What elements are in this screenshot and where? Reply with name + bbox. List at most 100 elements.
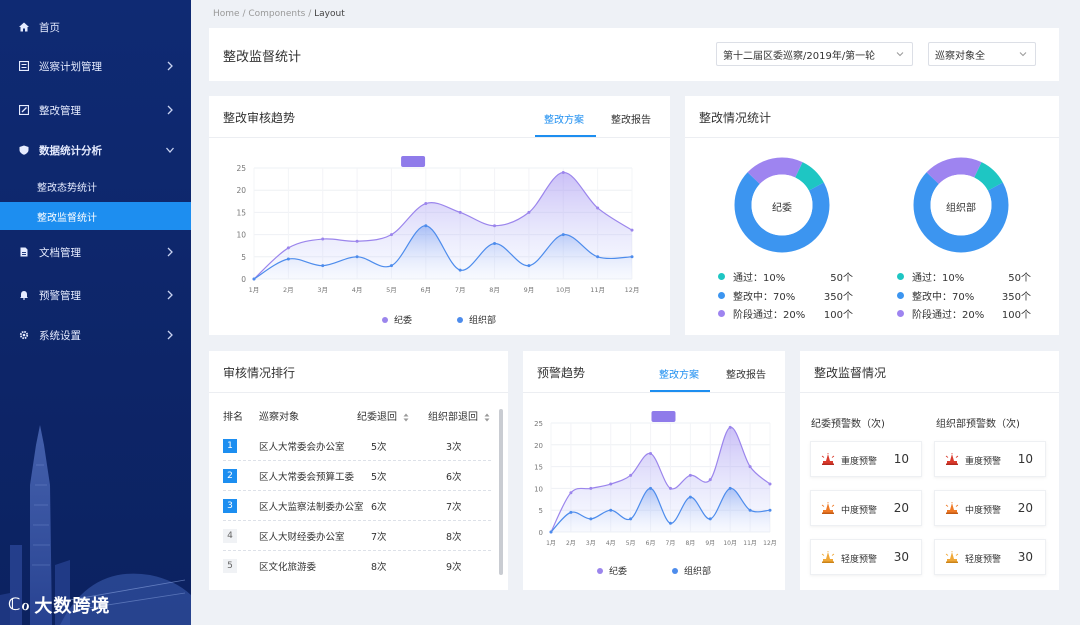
- alert-mild-box[interactable]: 轻度预警 30: [810, 539, 922, 575]
- menu-item-data-analysis[interactable]: 数据统计分析: [0, 135, 191, 165]
- tab-rectify-report[interactable]: 整改报告: [726, 366, 766, 381]
- alert-label: 重度预警: [841, 457, 878, 467]
- y-tick-label: 25: [534, 420, 543, 428]
- alert-count: 30: [1017, 550, 1033, 564]
- x-tick-label: 1月: [546, 540, 556, 547]
- menu-item-settings[interactable]: 系统设置: [0, 320, 191, 350]
- row-zuzhibu-return: 6次: [446, 472, 462, 483]
- tab-rectify-report[interactable]: 整改报告: [611, 111, 651, 126]
- menu-item-documents[interactable]: 文档管理: [0, 237, 191, 267]
- alert-count: 30: [893, 550, 909, 564]
- legend-item-jiwei: 纪委: [597, 564, 627, 577]
- trend-card: 整改审核趋势 整改方案 整改报告 0 5 10 15 20 25 1月 2月 3月 4月 5月 6月 7…: [209, 96, 670, 335]
- x-tick-label: 3月: [317, 286, 328, 294]
- chevron-right-icon: [167, 290, 173, 300]
- alert-count: 10: [893, 452, 909, 466]
- alert-severe-box[interactable]: 重度预警 10: [810, 441, 922, 477]
- menu-label: 巡察计划管理: [39, 60, 102, 73]
- edit-icon: [18, 104, 30, 116]
- data-point: [609, 482, 613, 486]
- y-tick-label: 10: [534, 485, 543, 493]
- menu-item-home[interactable]: 首页: [0, 12, 191, 42]
- alert-medium-box[interactable]: 中度预警 20: [934, 490, 1046, 526]
- alert-mild-box[interactable]: 轻度预警 30: [934, 539, 1046, 575]
- data-point: [355, 239, 359, 243]
- alarm-light-icon: [821, 551, 835, 564]
- breadcrumb-home[interactable]: Home: [213, 9, 240, 19]
- zuzhibu-warning-count-title: 组织部预警数（次): [936, 419, 1020, 430]
- alert-severe-box[interactable]: 重度预警 10: [934, 441, 1046, 477]
- data-point: [708, 517, 712, 521]
- row-zuzhibu-return: 9次: [446, 562, 462, 573]
- menu-item-plan[interactable]: 巡察计划管理: [0, 51, 191, 81]
- divider: [209, 392, 508, 393]
- document-icon: [18, 246, 30, 258]
- y-tick-label: 20: [534, 442, 543, 450]
- x-tick-label: 12月: [763, 540, 777, 547]
- tab-rectify-plan[interactable]: 整改方案: [544, 111, 584, 126]
- stat-label: 通过：10%: [733, 273, 786, 284]
- table-row[interactable]: 2 区人大常委会预算工委 5次 6次: [223, 461, 491, 491]
- data-point: [355, 255, 359, 259]
- data-point: [668, 521, 672, 525]
- col-header-jiwei-return[interactable]: 纪委退回: [357, 408, 409, 423]
- stat-value: 50个: [1008, 273, 1031, 284]
- submenu-item-supervise-stats[interactable]: 整改监督统计: [0, 202, 191, 230]
- breadcrumb-separator: /: [308, 9, 312, 19]
- alarm-light-icon: [821, 502, 835, 515]
- stat-row: 通过：10%: [718, 269, 785, 284]
- menu-label: 数据统计分析: [39, 144, 102, 157]
- row-target: 区人大监察法制委办公室: [259, 502, 364, 513]
- status-dot: [897, 273, 904, 280]
- data-point: [321, 237, 325, 241]
- row-jiwei-return: 6次: [371, 502, 387, 513]
- col-header-rank: 排名: [223, 412, 243, 423]
- round-select[interactable]: 第十二届区委巡察/2019年/第一轮: [716, 42, 913, 66]
- y-tick-label: 15: [534, 464, 543, 472]
- table-scrollbar[interactable]: [499, 409, 503, 575]
- warning-trend-card: 预警趋势 整改方案 整改报告 0 5 10 15 20 25 1月 2月 3月 4月 5月 6月 7月 8…: [523, 351, 785, 590]
- y-tick-label: 0: [241, 275, 246, 284]
- rank-badge: 5: [223, 559, 237, 573]
- table-row[interactable]: 3 区人大监察法制委办公室 6次 7次: [223, 491, 491, 521]
- x-tick-label: 5月: [626, 540, 636, 547]
- menu-item-rectify[interactable]: 整改管理: [0, 95, 191, 125]
- stat-label: 整改中：70%: [912, 292, 975, 303]
- table-row[interactable]: 4 区人大财经委办公室 7次 8次: [223, 521, 491, 551]
- submenu-item-trend-stats[interactable]: 整改态势统计: [0, 172, 191, 200]
- row-jiwei-return: 8次: [371, 562, 387, 573]
- x-tick-label: 2月: [283, 286, 294, 294]
- legend-label: 组织部: [684, 567, 712, 577]
- data-point: [252, 277, 256, 281]
- col-header-zuzhibu-return[interactable]: 组织部退回: [428, 408, 490, 423]
- row-zuzhibu-return: 7次: [446, 502, 462, 513]
- rank-badge: 3: [223, 499, 237, 513]
- stat-label: 通过：10%: [912, 273, 965, 284]
- brand-logo: ℂℴ 大数跨境: [8, 592, 110, 618]
- x-tick-label: 11月: [590, 286, 605, 294]
- tooltip-badge: • 2498: [401, 156, 426, 167]
- legend-item-zuzhibu: 组织部: [672, 564, 711, 577]
- data-point: [389, 264, 393, 268]
- data-point: [630, 228, 634, 232]
- rank-badge: 2: [223, 469, 237, 483]
- table-row[interactable]: 5 区文化旅游委 8次 9次: [223, 551, 491, 581]
- tab-rectify-plan[interactable]: 整改方案: [659, 366, 699, 381]
- data-point: [561, 170, 565, 174]
- breadcrumb-components[interactable]: Components: [248, 9, 305, 19]
- stat-label: 整改中：70%: [733, 292, 796, 303]
- target-select[interactable]: 巡察对象全: [928, 42, 1036, 66]
- legend-dot: [382, 316, 388, 323]
- x-tick-label: 2月: [566, 540, 576, 547]
- alert-medium-box[interactable]: 中度预警 20: [810, 490, 922, 526]
- data-point: [493, 224, 497, 228]
- stat-value: 350个: [1001, 292, 1031, 303]
- menu-label: 预警管理: [39, 289, 81, 302]
- table-row[interactable]: 1 区人大常委会办公室 5次 3次: [223, 431, 491, 461]
- x-tick-label: 1月: [249, 286, 260, 294]
- legend-item-jiwei: 纪委: [382, 313, 412, 326]
- data-point: [629, 517, 633, 521]
- x-tick-label: 8月: [685, 540, 695, 547]
- menu-item-warning[interactable]: 预警管理: [0, 280, 191, 310]
- donut-center-label: 纪委: [772, 203, 792, 214]
